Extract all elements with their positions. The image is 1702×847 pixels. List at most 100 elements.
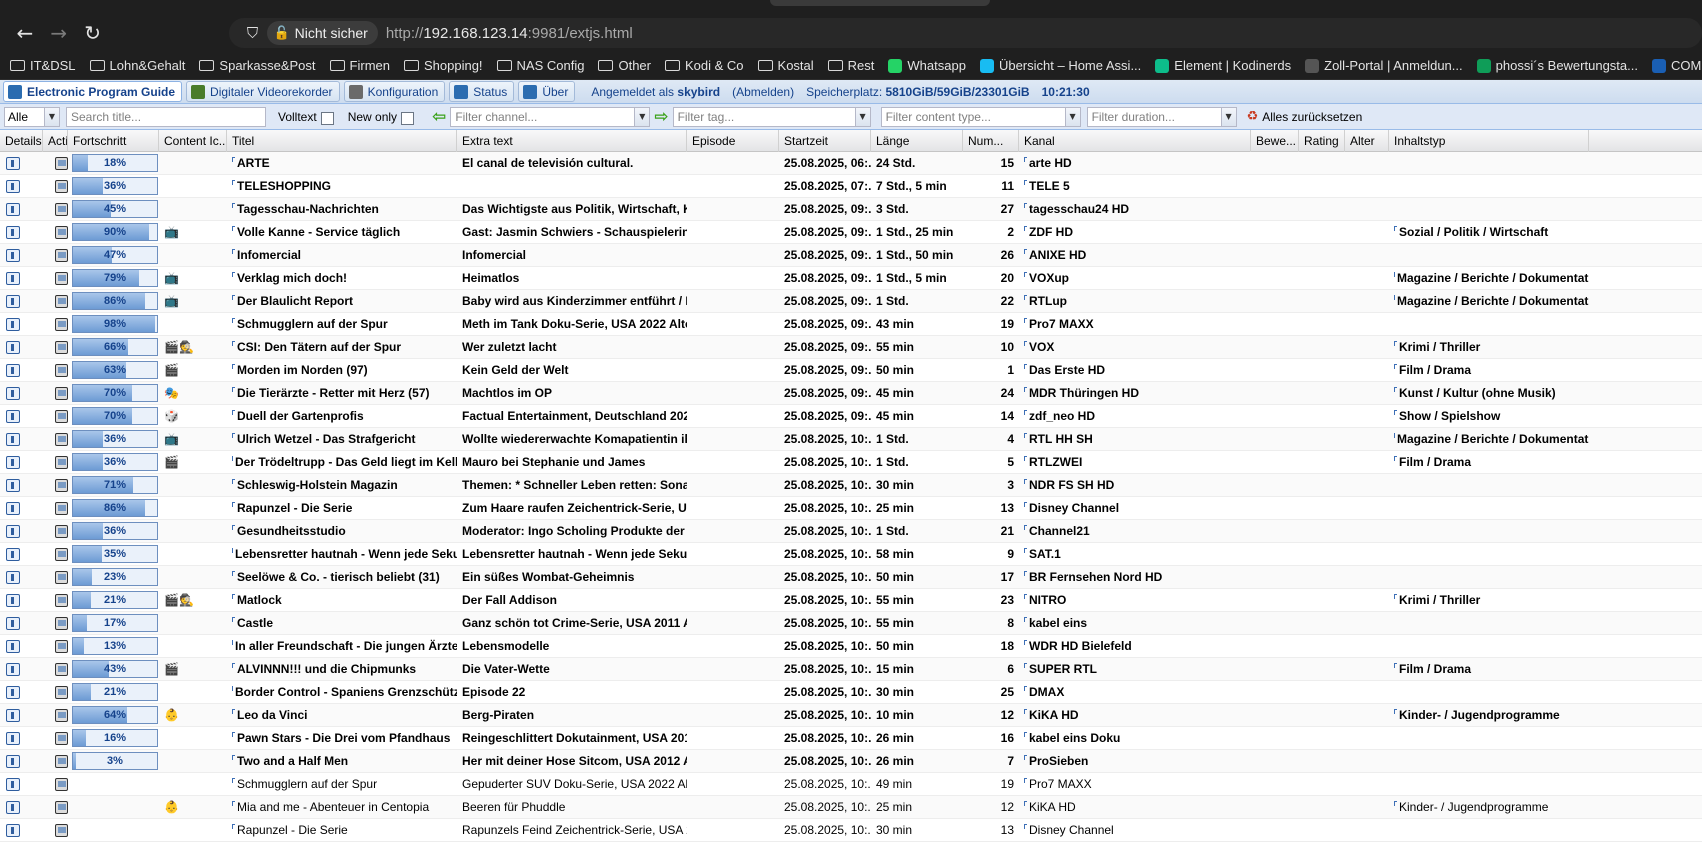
details-icon[interactable] (6, 455, 20, 469)
tab-konfiguration[interactable]: Konfiguration (343, 81, 446, 102)
record-tv-icon[interactable] (55, 708, 68, 722)
table-row[interactable]: 36% 🎬 Der Trödeltrupp - Das Geld liegt im … (0, 451, 1702, 474)
column-header-action[interactable]: Acti (43, 130, 68, 152)
cell-action[interactable] (43, 543, 68, 565)
chevron-down-icon[interactable]: ▼ (1220, 107, 1236, 126)
cell-details[interactable] (0, 198, 43, 220)
cell-details[interactable] (0, 313, 43, 335)
cell-details[interactable] (0, 359, 43, 381)
details-icon[interactable] (6, 386, 20, 400)
cell-details[interactable] (0, 750, 43, 772)
details-icon[interactable] (6, 156, 20, 170)
table-row[interactable]: 36% Gesundheitsstudio Moderator: Ingo Scho… (0, 520, 1702, 543)
tab-über[interactable]: Über (518, 81, 576, 102)
column-header-content-icons[interactable]: Content Ic... (159, 130, 227, 152)
details-icon[interactable] (6, 524, 20, 538)
record-tv-icon[interactable] (55, 363, 68, 377)
record-tv-icon[interactable] (55, 547, 68, 561)
details-icon[interactable] (6, 202, 20, 216)
record-tv-icon[interactable] (55, 731, 68, 745)
cell-details[interactable] (0, 405, 43, 427)
cell-details[interactable] (0, 658, 43, 680)
record-tv-icon[interactable] (55, 639, 68, 653)
cell-action[interactable] (43, 589, 68, 611)
cell-action[interactable] (43, 750, 68, 772)
record-tv-icon[interactable] (55, 777, 68, 791)
tab-electronic-program-guide[interactable]: Electronic Program Guide (3, 81, 183, 102)
record-tv-icon[interactable] (55, 524, 68, 538)
mode-select[interactable]: Alle ▼ (4, 106, 60, 127)
cell-action[interactable] (43, 727, 68, 749)
column-header-rating-score[interactable]: Bewe... (1251, 130, 1299, 152)
bookmark-item[interactable]: Whatsapp (888, 58, 966, 73)
bookmark-item[interactable]: Lohn&Gehalt (89, 58, 185, 73)
details-icon[interactable] (6, 363, 20, 377)
record-tv-icon[interactable] (55, 248, 68, 262)
cell-action[interactable] (43, 428, 68, 450)
record-tv-icon[interactable] (55, 179, 68, 193)
table-row[interactable]: 18% ARTE El canal de televisión cultural. 2… (0, 152, 1702, 175)
table-row[interactable]: Schmugglern auf der Spur Gepuderter SUV D… (0, 773, 1702, 796)
bookmark-item[interactable]: Sparkasse&Post (199, 58, 316, 73)
cell-details[interactable] (0, 819, 43, 841)
column-header-details[interactable]: Details (0, 130, 43, 152)
table-row[interactable]: 43% 🎬 ALVINNN!!! und die Chipmunks Die Vate… (0, 658, 1702, 681)
table-row[interactable]: 70% 🎭 Die Tierärzte - Retter mit Herz (57)… (0, 382, 1702, 405)
table-row[interactable]: 3% Two and a Half Men Her mit deiner Hose … (0, 750, 1702, 773)
table-row[interactable]: 23% Seelöwe & Co. - tierisch beliebt (31)… (0, 566, 1702, 589)
table-row[interactable]: Rapunzel - Die Serie Rapunzels Feind Zeic… (0, 819, 1702, 842)
bookmark-item[interactable]: Rest (827, 58, 874, 73)
record-tv-icon[interactable] (55, 616, 68, 630)
cell-action[interactable] (43, 221, 68, 243)
bookmark-item[interactable]: IT&DSL (10, 58, 76, 73)
cell-details[interactable] (0, 221, 43, 243)
cell-action[interactable] (43, 267, 68, 289)
table-row[interactable]: 35% Lebensretter hautnah - Wenn jede Seku… (0, 543, 1702, 566)
search-title-input[interactable]: Search title... (66, 106, 266, 127)
cell-action[interactable] (43, 359, 68, 381)
cell-action[interactable] (43, 773, 68, 795)
details-icon[interactable] (6, 823, 20, 837)
chevron-down-icon[interactable]: ▼ (1064, 107, 1080, 126)
cell-action[interactable] (43, 566, 68, 588)
record-tv-icon[interactable] (55, 685, 68, 699)
cell-action[interactable] (43, 635, 68, 657)
cell-details[interactable] (0, 704, 43, 726)
cell-details[interactable] (0, 451, 43, 473)
cell-action[interactable] (43, 290, 68, 312)
bookmark-item[interactable]: Other (598, 58, 651, 73)
details-icon[interactable] (6, 800, 20, 814)
cell-action[interactable] (43, 405, 68, 427)
cell-details[interactable] (0, 336, 43, 358)
table-row[interactable]: 71% Schleswig-Holstein Magazin Themen: * S… (0, 474, 1702, 497)
table-row[interactable]: 16% Pawn Stars - Die Drei vom Pfandhaus Re… (0, 727, 1702, 750)
column-header-channel[interactable]: Kanal (1019, 130, 1251, 152)
bookmark-item[interactable]: Zoll-Portal | Anmeldun... (1305, 58, 1463, 73)
bookmark-item[interactable]: COMpact 5020 VoIP: ... (1651, 58, 1702, 73)
bookmark-item[interactable]: Kostal (757, 58, 814, 73)
details-icon[interactable] (6, 294, 20, 308)
logout-link[interactable]: (Abmelden) (732, 85, 794, 99)
back-arrow-icon[interactable]: ← (8, 16, 42, 50)
record-tv-icon[interactable] (55, 386, 68, 400)
cell-action[interactable] (43, 152, 68, 174)
details-icon[interactable] (6, 340, 20, 354)
cell-details[interactable] (0, 267, 43, 289)
details-icon[interactable] (6, 478, 20, 492)
bookmark-item[interactable]: Element | Kodinerds (1155, 58, 1291, 73)
content-type-filter[interactable]: Filter content type... ▼ (880, 106, 1081, 127)
record-tv-icon[interactable] (55, 156, 68, 170)
cell-action[interactable] (43, 819, 68, 841)
cell-details[interactable] (0, 543, 43, 565)
tab-digitaler-videorekorder[interactable]: Digitaler Videorekorder (186, 81, 340, 102)
bookmark-item[interactable]: Firmen (329, 58, 390, 73)
cell-details[interactable] (0, 681, 43, 703)
chevron-down-icon[interactable]: ▼ (634, 107, 650, 126)
cell-details[interactable] (0, 428, 43, 450)
table-row[interactable]: 63% 🎬 Morden im Norden (97) Kein Geld der W… (0, 359, 1702, 382)
record-tv-icon[interactable] (55, 800, 68, 814)
channel-filter[interactable]: Filter channel... ▼ (450, 106, 651, 127)
bookmark-item[interactable]: Übersicht – Home Assi... (979, 58, 1141, 73)
cell-details[interactable] (0, 796, 43, 818)
reset-all-button[interactable]: ♻ Alles zurücksetzen (1247, 109, 1363, 124)
